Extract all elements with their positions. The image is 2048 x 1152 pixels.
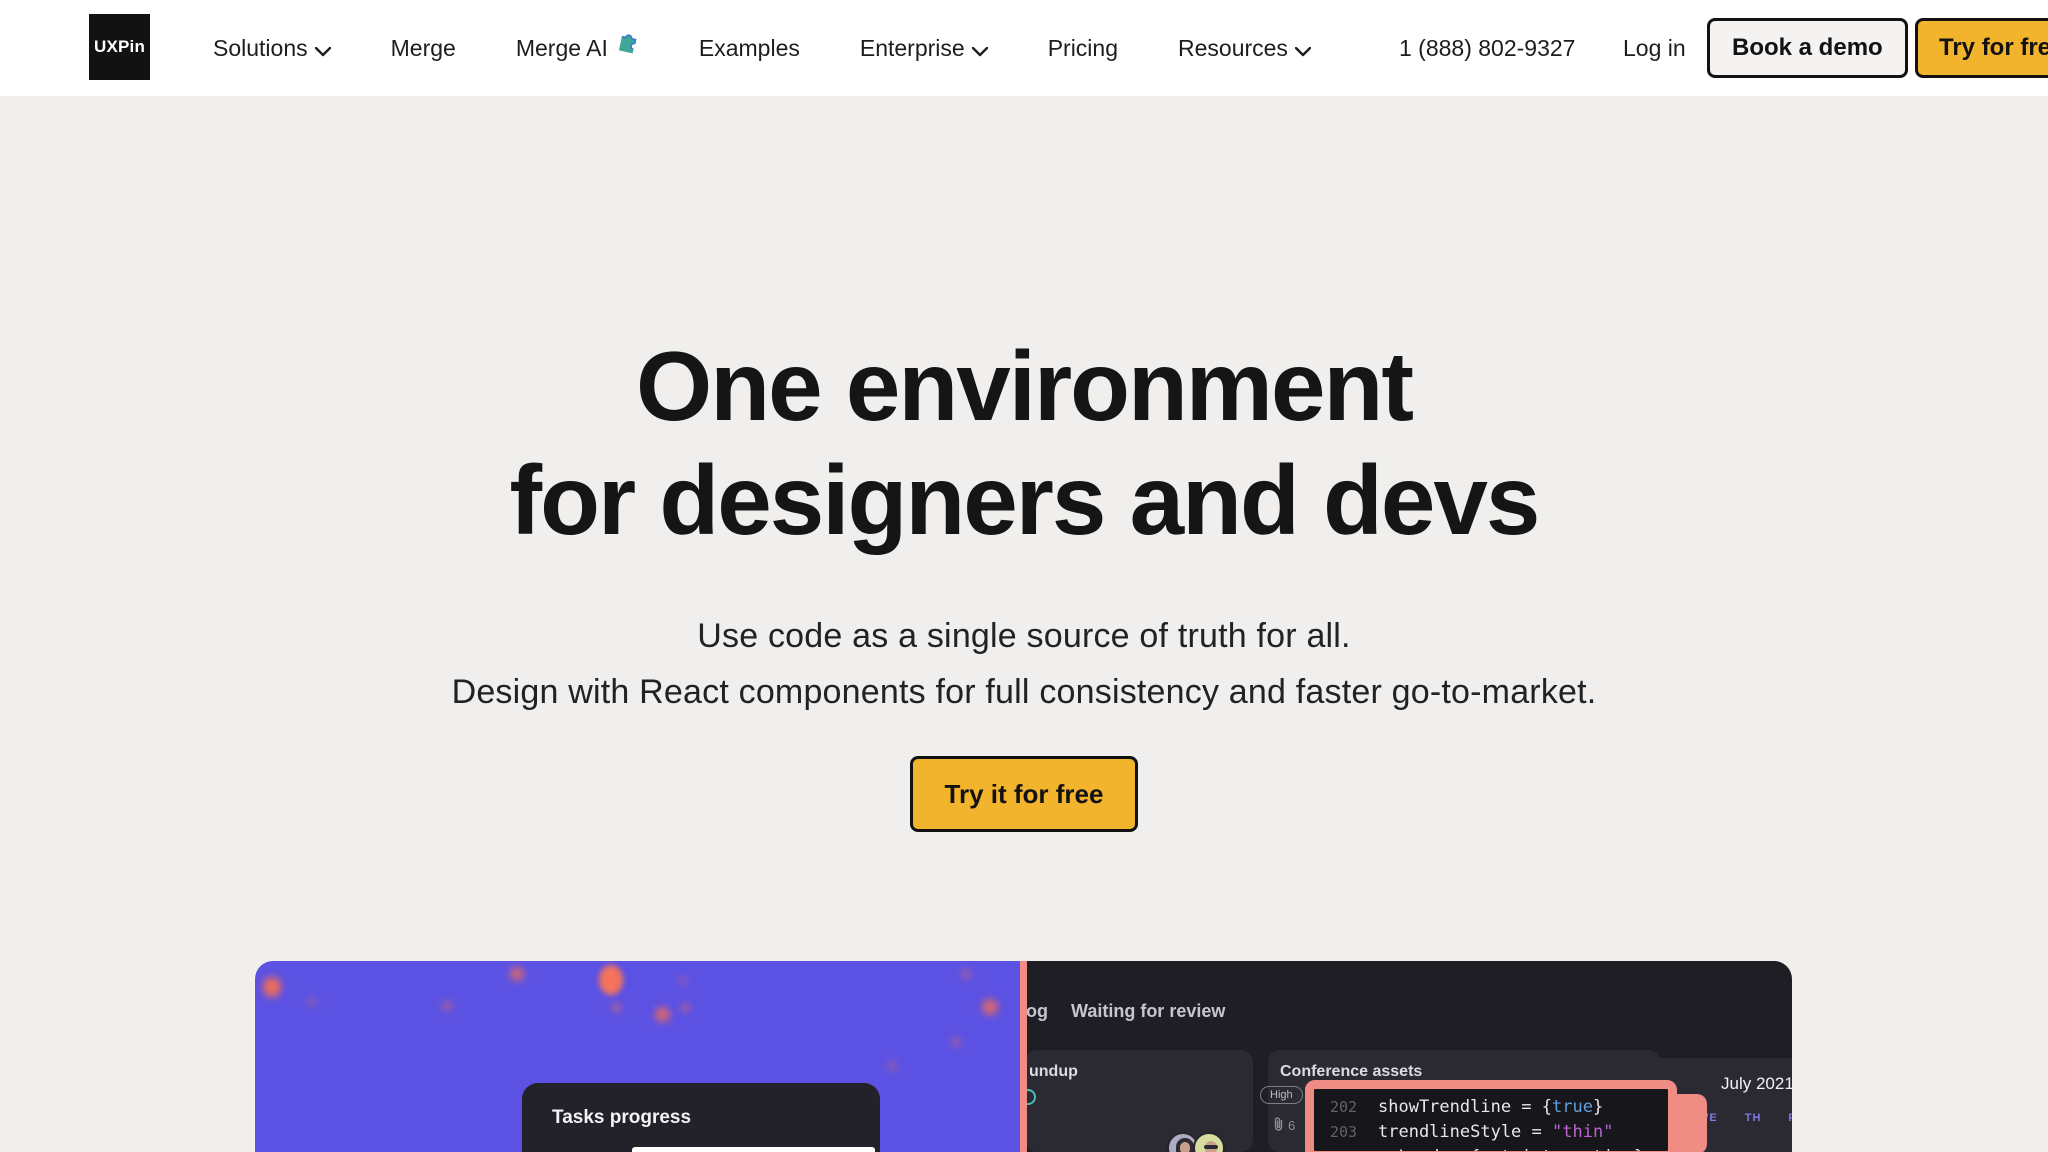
nav-item-enterprise[interactable]: Enterprise xyxy=(860,33,988,63)
code-line: 203 trendlineStyle = "thin" xyxy=(1330,1120,1668,1145)
try-it-for-free-button[interactable]: Try it for free xyxy=(910,756,1138,832)
code-text: onLoad = {set interaction} xyxy=(1378,1145,1644,1152)
preview-design-canvas: Tasks progress xyxy=(255,961,1020,1152)
top-navigation: UXPin Solutions Merge Merge AI Examples … xyxy=(0,0,2048,96)
avatar xyxy=(1193,1132,1225,1152)
book-demo-button[interactable]: Book a demo xyxy=(1707,18,1908,78)
nav-item-label: Enterprise xyxy=(860,35,965,62)
nav-item-pricing[interactable]: Pricing xyxy=(1048,35,1118,62)
nav-item-label: Merge AI xyxy=(516,35,608,62)
nav-item-solutions[interactable]: Solutions xyxy=(213,33,331,63)
assignee-avatars xyxy=(1167,1132,1225,1152)
chevron-down-icon xyxy=(315,36,331,63)
hero-subtitle-line2: Design with React components for full co… xyxy=(452,673,1597,711)
page-title-line1: One environment xyxy=(636,331,1412,441)
weekday-label: TH xyxy=(1745,1112,1762,1124)
attachment-count: 6 xyxy=(1273,1116,1295,1134)
calendar-month-label: July 2021 xyxy=(1721,1074,1792,1094)
chevron-down-icon xyxy=(1295,36,1311,63)
nav-item-label: Merge xyxy=(391,35,456,62)
chevron-down-icon xyxy=(972,36,988,63)
page-title: One environment for designers and devs xyxy=(0,330,2048,557)
hero-section: One environment for designers and devs U… xyxy=(0,330,2048,721)
uxpin-logo-text: UXPin xyxy=(94,37,145,57)
code-overlay: 202 showTrendline = {true} 203 trendline… xyxy=(1305,1080,1677,1152)
nav-item-examples[interactable]: Examples xyxy=(699,35,800,62)
calendar-weekday-row: WE TH FR xyxy=(1698,1112,1792,1124)
code-text: } xyxy=(1593,1095,1603,1120)
uxpin-logo[interactable]: UXPin xyxy=(89,14,150,80)
nav-item-merge-ai[interactable]: Merge AI xyxy=(516,35,639,62)
nav-item-label: Pricing xyxy=(1048,35,1118,62)
nav-item-label: Solutions xyxy=(213,35,308,62)
code-line-number: 202 xyxy=(1330,1095,1378,1120)
phone-number-link[interactable]: 1 (888) 802-9327 xyxy=(1399,0,1575,96)
weekday-label: FR xyxy=(1788,1112,1792,1124)
login-link[interactable]: Log in xyxy=(1623,0,1686,96)
kanban-column-backlog-partial: og xyxy=(1026,1001,1048,1022)
nav-item-merge[interactable]: Merge xyxy=(391,35,456,62)
code-text: showTrendline = { xyxy=(1378,1095,1552,1120)
nav-item-resources[interactable]: Resources xyxy=(1178,33,1311,63)
code-token: true xyxy=(1552,1095,1593,1120)
paperclip-icon xyxy=(1273,1116,1284,1134)
hero-subtitle: Use code as a single source of truth for… xyxy=(0,609,2048,721)
try-for-free-button[interactable]: Try for free xyxy=(1915,18,2048,78)
nav-item-label: Examples xyxy=(699,35,800,62)
kanban-card-title: Conference assets xyxy=(1280,1063,1422,1081)
product-preview-image: Tasks progress og Waiting for review und… xyxy=(255,961,1792,1152)
page-title-line2: for designers and devs xyxy=(510,445,1539,555)
nav-menu: Solutions Merge Merge AI Examples Enterp… xyxy=(213,0,1311,96)
kanban-card-roundup: undup xyxy=(1025,1050,1253,1152)
code-line-number: 204 xyxy=(1330,1145,1378,1152)
tasks-progress-title: Tasks progress xyxy=(552,1107,691,1129)
code-text: trendlineStyle = xyxy=(1378,1120,1552,1145)
kanban-card-title-partial: undup xyxy=(1029,1063,1078,1081)
nav-item-label: Resources xyxy=(1178,35,1288,62)
kanban-column-waiting-for-review: Waiting for review xyxy=(1071,1001,1225,1022)
puzzle-piece-icon xyxy=(612,29,642,63)
priority-badge: High xyxy=(1260,1086,1303,1104)
code-token: "thin" xyxy=(1552,1120,1613,1145)
code-line: 202 showTrendline = {true} xyxy=(1330,1095,1668,1120)
code-line: 204 onLoad = {set interaction} xyxy=(1330,1145,1668,1152)
attachment-count-value: 6 xyxy=(1288,1118,1295,1133)
code-line-number: 203 xyxy=(1330,1120,1378,1145)
tasks-progress-card: Tasks progress xyxy=(522,1083,880,1152)
hero-subtitle-line1: Use code as a single source of truth for… xyxy=(697,617,1350,655)
preview-divider xyxy=(1020,961,1027,1152)
tasks-progress-bar xyxy=(632,1147,875,1152)
